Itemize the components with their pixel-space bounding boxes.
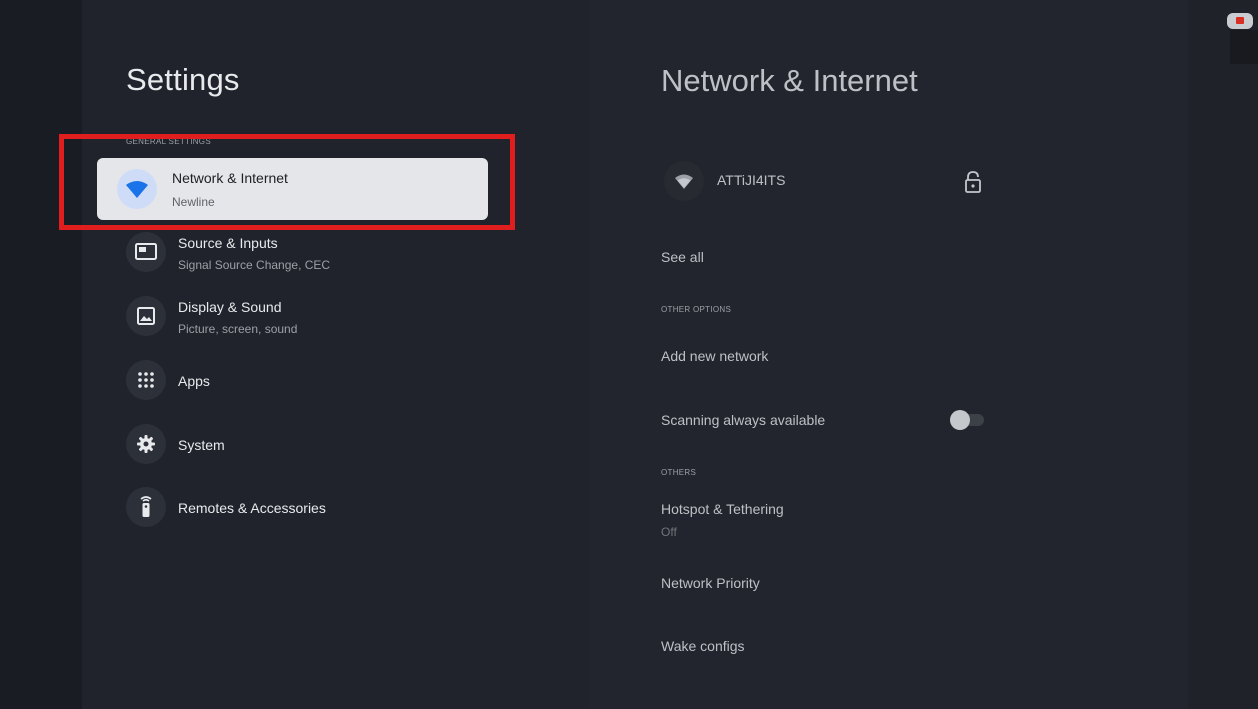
right-margin [1188,0,1258,709]
remote-icon [126,487,166,527]
lock-icon [963,170,983,194]
toggle-knob [950,410,970,430]
menu-item-title: System [178,437,225,453]
input-source-icon [126,232,166,272]
menu-item-remotes-accessories[interactable]: Remotes & Accessories [126,487,506,531]
menu-item-title: Apps [178,373,210,389]
picture-icon [126,296,166,336]
menu-item-title: Source & Inputs [178,235,278,251]
menu-item-display-sound[interactable]: Display & Sound Picture, screen, sound [126,296,506,340]
others-label: OTHERS [661,468,697,477]
scanning-toggle[interactable] [950,410,984,430]
hotspot-status: Off [661,525,677,539]
tv-settings-screen: Settings GENERAL SETTINGS Network & Inte… [0,0,1258,709]
add-new-network-button[interactable]: Add new network [661,348,768,364]
menu-item-system[interactable]: System [126,424,506,468]
apps-grid-icon [126,360,166,400]
menu-item-apps[interactable]: Apps [126,360,506,404]
other-options-label: OTHER OPTIONS [661,305,732,314]
menu-item-subtitle: Picture, screen, sound [178,322,298,336]
menu-item-title: Remotes & Accessories [178,500,326,516]
cast-indicator-dot [1236,17,1244,24]
wifi-icon [664,161,704,201]
settings-menu-panel [82,0,589,709]
cast-indicator-icon [1227,13,1253,29]
gear-icon [126,424,166,464]
menu-item-title: Display & Sound [178,299,282,315]
menu-item-source-inputs[interactable]: Source & Inputs Signal Source Change, CE… [126,232,506,276]
wake-configs-button[interactable]: Wake configs [661,638,745,654]
wifi-network-ssid[interactable]: ATTiJI4ITS [717,172,785,188]
hotspot-tethering-button[interactable]: Hotspot & Tethering [661,501,784,517]
left-margin [0,0,82,709]
see-all-button[interactable]: See all [661,249,704,265]
menu-item-subtitle: Signal Source Change, CEC [178,258,331,272]
network-priority-button[interactable]: Network Priority [661,575,760,591]
detail-title: Network & Internet [661,63,918,98]
red-highlight-annotation [59,134,515,230]
scanning-always-available-label: Scanning always available [661,412,826,428]
page-title: Settings [126,62,240,97]
corner-overlay [1230,30,1258,64]
